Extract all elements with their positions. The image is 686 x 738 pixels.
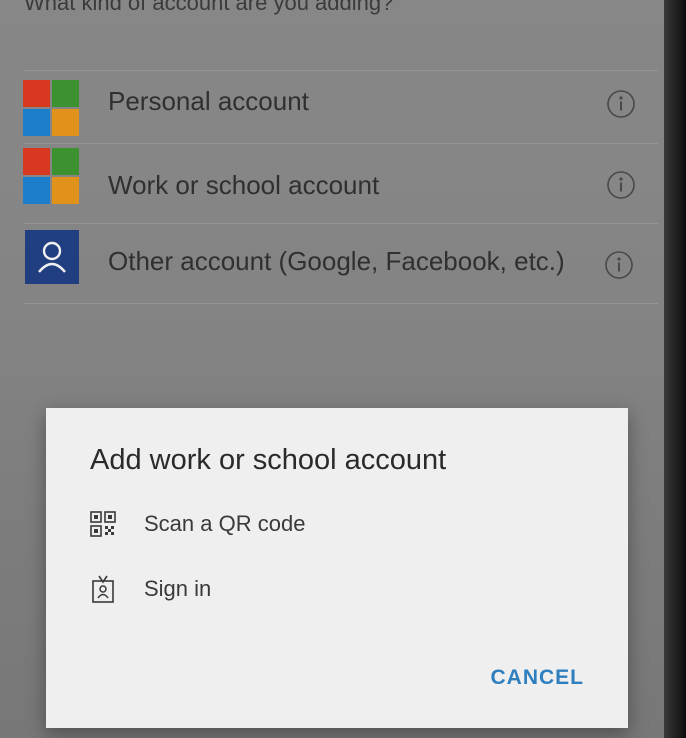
cancel-button[interactable]: CANCEL — [491, 666, 585, 690]
sign-in-option[interactable]: Sign in — [90, 571, 390, 607]
sign-in-label: Sign in — [144, 576, 212, 601]
scan-qr-code-label: Scan a QR code — [144, 511, 306, 536]
screen: What kind of account are you adding? Per… — [0, 0, 664, 738]
dialog-title: Add work or school account — [90, 444, 447, 476]
add-work-school-dialog: Add work or school account Scan a QR cod… — [46, 408, 628, 728]
badge-icon — [92, 575, 114, 603]
qr-code-icon — [90, 511, 116, 537]
device-bezel — [664, 0, 686, 738]
scan-qr-code-option[interactable]: Scan a QR code — [90, 506, 390, 542]
